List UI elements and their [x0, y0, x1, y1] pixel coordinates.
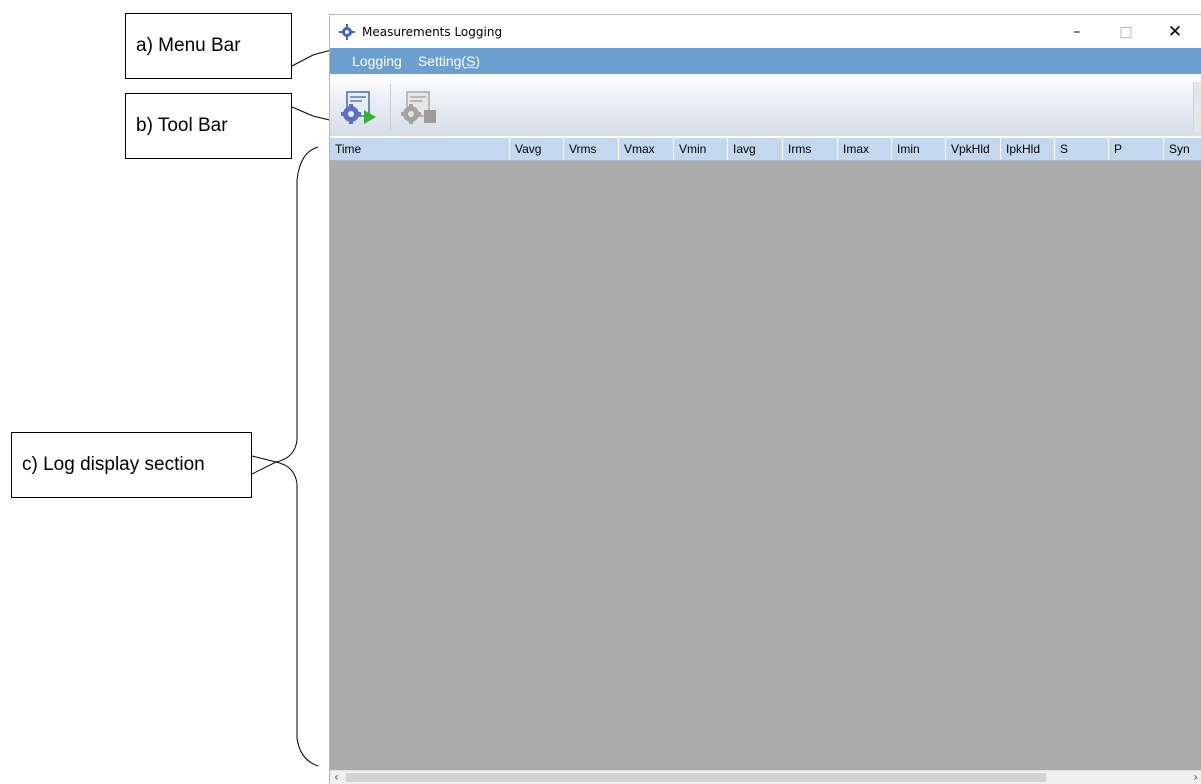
menu-item-logging[interactable]: Logging [344, 53, 410, 69]
tool-bar [330, 74, 1201, 136]
close-button[interactable]: ✕ [1152, 15, 1198, 48]
toolbar-separator [390, 84, 391, 130]
callout-log-display-label: c) Log display section [22, 454, 205, 475]
column-header-vrms[interactable]: Vrms [564, 138, 619, 160]
scroll-right-icon[interactable]: › [1193, 770, 1198, 784]
column-header-vmax[interactable]: Vmax [619, 138, 674, 160]
callout-menu-bar-label: a) Menu Bar [136, 35, 241, 56]
horizontal-scrollbar[interactable]: ‹ › [330, 770, 1201, 784]
log-display-section[interactable]: Time Vavg Vrms Vmax Vmin Iavg Irms Imax … [330, 138, 1201, 784]
start-logging-icon [341, 91, 376, 124]
scroll-left-icon[interactable]: ‹ [334, 770, 339, 784]
start-logging-button[interactable] [338, 90, 378, 126]
column-header-iavg[interactable]: Iavg [728, 138, 783, 160]
callout-menu-bar: a) Menu Bar [125, 13, 292, 79]
column-header-imax[interactable]: Imax [838, 138, 892, 160]
title-bar[interactable]: Measurements Logging – □ ✕ [330, 15, 1201, 48]
table-header: Time Vavg Vrms Vmax Vmin Iavg Irms Imax … [330, 138, 1201, 161]
app-icon [338, 23, 356, 41]
callout-log-display: c) Log display section [11, 432, 252, 498]
menu-item-setting[interactable]: Setting(S) [410, 53, 488, 69]
toolbar-grip[interactable] [1193, 82, 1201, 132]
column-header-syn[interactable]: Syn [1164, 138, 1201, 160]
stop-logging-icon [401, 91, 436, 124]
callout-tool-bar: b) Tool Bar [125, 93, 292, 159]
application-window: Measurements Logging – □ ✕ Logging Setti… [329, 14, 1201, 784]
scrollbar-thumb[interactable] [346, 773, 1046, 782]
column-header-s[interactable]: S [1055, 138, 1109, 160]
column-header-vpkhld[interactable]: VpkHld [946, 138, 1001, 160]
column-header-p[interactable]: P [1109, 138, 1164, 160]
column-header-irms[interactable]: Irms [783, 138, 838, 160]
column-header-time[interactable]: Time [330, 138, 510, 160]
callout-tool-bar-label: b) Tool Bar [136, 115, 228, 136]
column-header-vmin[interactable]: Vmin [674, 138, 728, 160]
column-header-imin[interactable]: Imin [892, 138, 946, 160]
stop-logging-button[interactable] [398, 90, 438, 126]
column-header-ipkhld[interactable]: IpkHld [1001, 138, 1055, 160]
column-header-vavg[interactable]: Vavg [510, 138, 564, 160]
menu-bar: Logging Setting(S) [330, 48, 1201, 74]
maximize-button[interactable]: □ [1103, 15, 1149, 48]
window-title: Measurements Logging [362, 24, 503, 39]
minimize-button[interactable]: – [1054, 15, 1100, 48]
